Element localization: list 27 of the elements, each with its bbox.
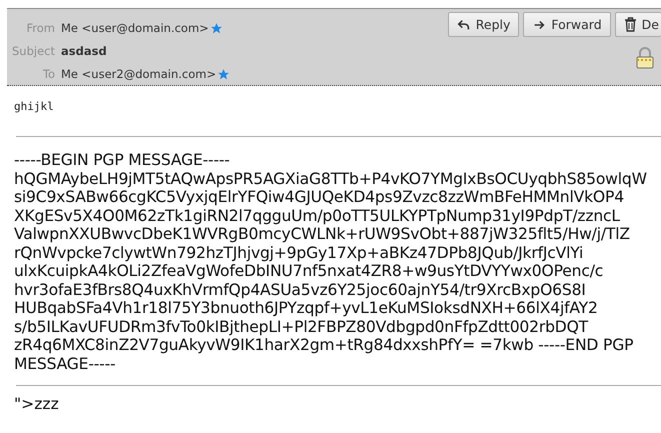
forward-button[interactable]: Forward [523, 12, 611, 37]
star-icon[interactable] [217, 68, 230, 81]
pgp-line: s/b5ILKavUFUDRm3fvTo0kIBjthepLI+Pl2FBPZ80Vdbgpd0nFfpZdtt002rbDQT [14, 318, 590, 336]
pgp-line: hQGMAybeLH9jMT5tAQwApsPR5AGXiaG8TTb+P4vKO7YMgIxBsOCUyqbhS85owlqW [14, 170, 648, 188]
trash-icon [624, 17, 637, 32]
subject-text: asdasd [61, 43, 107, 60]
star-icon[interactable] [210, 22, 223, 35]
pgp-line: rQnWvpcke7clywtWn792hzTJhjvgj+9pGy17Xp+aBKz47DPb8JQub/JkrfJcVlYi [14, 244, 584, 262]
pgp-line: HUBqabSFa4Vh1r18l75Y3bnuoth6JPYzqpf+yvL1eKuMSIoksdNXH+66lX4jfAY2 [14, 299, 599, 318]
delete-button[interactable]: De [614, 12, 661, 37]
pgp-line: hvr3ofaE3fBrs8Q4uxKhVrmfQp4ASUa5vz6Y25joc60ajnY54/tr9XrcBxpO6S8I [14, 280, 587, 299]
pgp-line: -----BEGIN PGP MESSAGE----- [14, 151, 231, 170]
address-text: Me <user2@domain.com> [61, 66, 216, 83]
reply-icon [456, 18, 471, 32]
reply-button[interactable]: Reply [448, 12, 520, 37]
pgp-line: si9C9xSABw66cgKC5VyxjqElrYFQiw4GJUQeKD4ps9Zvzc8zzWmBFeHMMnlVkOP4 [14, 188, 625, 206]
message-text: ghijkl [14, 100, 54, 113]
pgp-line: ValwpnXXUBwvcDbeK1WVRgB0mcyCWLNk+rUW9SvObt+887jW325flt5/Hw/j/TlZ [14, 225, 631, 244]
pgp-line: MESSAGE----- [14, 354, 116, 373]
pgp-line: zR4q6MXC8inZ2V7guAkyvW9IK1harX2gm+tRg84dxxshPfY= =7kwb -----END PGP [14, 336, 634, 354]
field-label: Subject [11, 43, 55, 60]
message-text: ">zzz [14, 395, 59, 413]
pgp-line: XKgESv5X4O0M62zTk1giRN2l7qgguUm/p0oTT5ULKYPTpNump31yI9PdpT/zzncL [14, 206, 621, 225]
field-label: To [42, 66, 55, 83]
pgp-line: ulxKcuipkA4kOLi2ZfeaVgWofeDbINU7nf5nxat4ZR8+w9usYtDVYYwx0OPenc/c [14, 262, 604, 280]
address-text: Me <user@domain.com> [61, 20, 209, 37]
field-label: From [26, 20, 55, 37]
